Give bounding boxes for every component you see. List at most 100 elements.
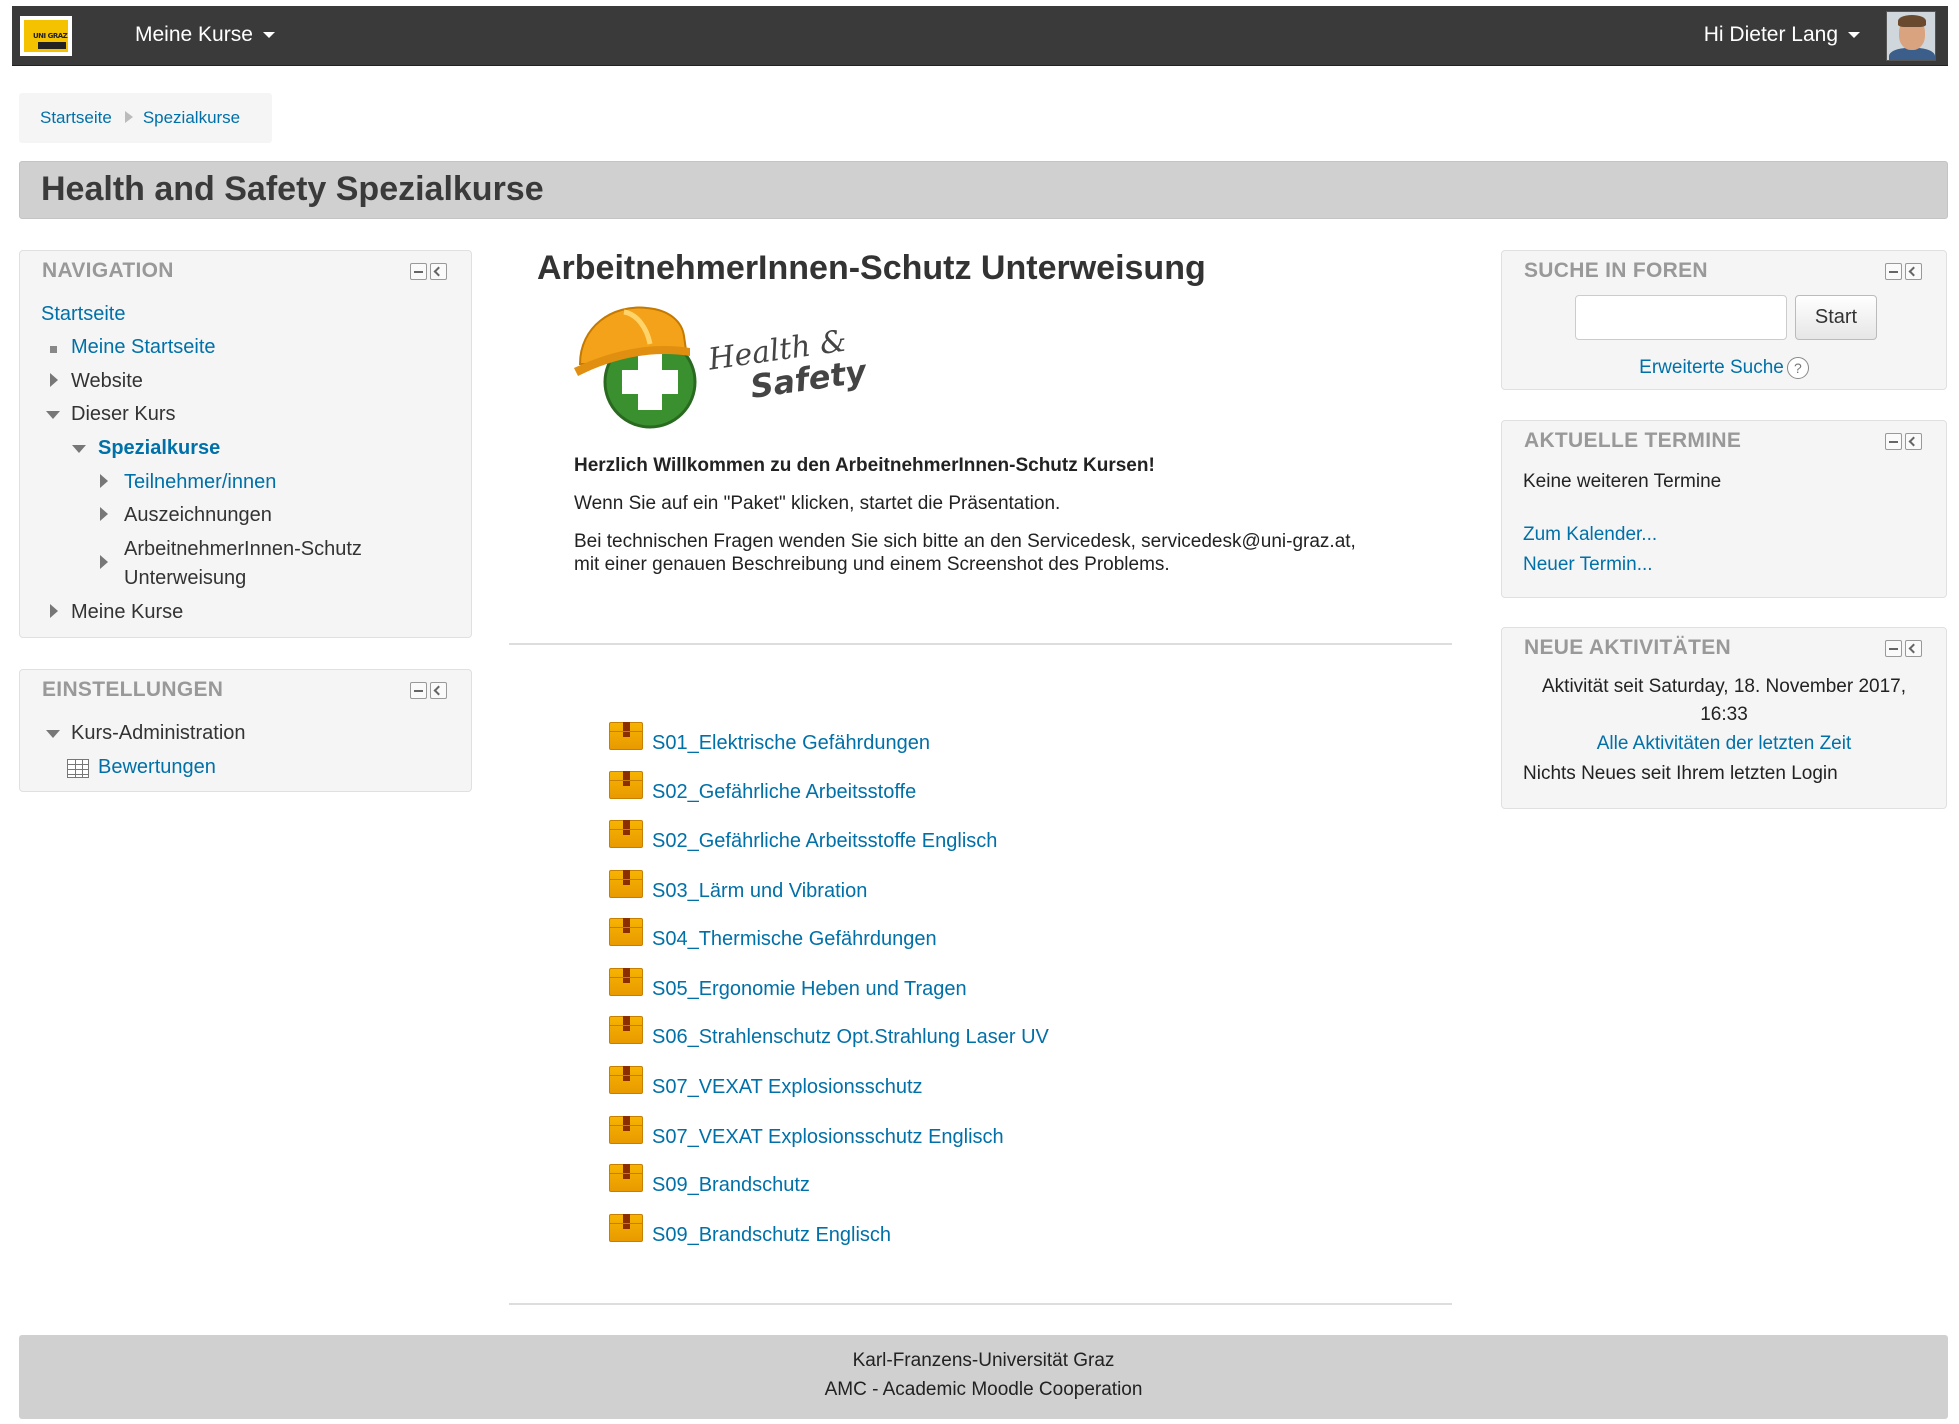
- caret-down-icon: [262, 32, 275, 39]
- settings-block-title: EINSTELLUNGEN: [42, 678, 224, 701]
- forum-search-button[interactable]: Start: [1795, 295, 1877, 340]
- all-activity-row: Alle Aktivitäten der letzten Zeit: [1502, 733, 1946, 755]
- settings-item-bewertungen[interactable]: Bewertungen: [98, 756, 216, 779]
- bullet-icon: [50, 346, 57, 353]
- package-icon: [609, 1164, 643, 1192]
- block-controls: [410, 682, 448, 699]
- activity-label: S01_Elektrische Gefährdungen: [652, 732, 930, 754]
- page-header: Health and Safety Spezialkurse: [19, 161, 1948, 219]
- upcoming-events-block: AKTUELLE TERMINE Keine weiteren Termine …: [1501, 420, 1947, 598]
- all-activity-link[interactable]: Alle Aktivitäten der letzten Zeit: [1597, 733, 1852, 754]
- new-event-link[interactable]: Neuer Termin...: [1523, 554, 1653, 576]
- collapse-arrow-icon[interactable]: [72, 445, 86, 453]
- page-title: Health and Safety Spezialkurse: [41, 170, 544, 208]
- nav-item-arbeitnehmerinnen-schutz[interactable]: ArbeitnehmerInnen-Schutz: [124, 538, 362, 561]
- nav-item-meine-startseite[interactable]: Meine Startseite: [71, 336, 216, 359]
- activity-label: S06_Strahlenschutz Opt.Strahlung Laser U…: [652, 1026, 1049, 1048]
- activity-since-line-1: Aktivität seit Saturday, 18. November 20…: [1542, 676, 1906, 697]
- activity-since-line-2: 16:33: [1700, 704, 1748, 725]
- gradebook-icon: [67, 759, 89, 778]
- minimize-icon[interactable]: [1885, 263, 1902, 280]
- breadcrumb-spezialkurse[interactable]: Spezialkurse: [143, 108, 240, 127]
- upcoming-events-title: AKTUELLE TERMINE: [1524, 429, 1742, 452]
- navigation-block-title: NAVIGATION: [42, 259, 174, 282]
- user-menu[interactable]: Hi Dieter Lang: [1704, 23, 1860, 47]
- no-events-text: Keine weiteren Termine: [1523, 471, 1722, 492]
- calendar-link[interactable]: Zum Kalender...: [1523, 524, 1657, 546]
- activity-label: S05_Ergonomie Heben und Tragen: [652, 978, 967, 1000]
- navigation-block: NAVIGATION Startseite Meine Startseite W…: [19, 250, 472, 638]
- package-icon: [609, 722, 643, 750]
- section-divider: [509, 643, 1452, 645]
- package-icon: [609, 1016, 643, 1044]
- expand-arrow-icon[interactable]: [100, 507, 108, 521]
- search-forums-title: SUCHE IN FOREN: [1524, 259, 1708, 282]
- footer-amc: AMC - Academic Moodle Cooperation: [824, 1379, 1143, 1400]
- activity-label: S04_Thermische Gefährdungen: [652, 928, 937, 950]
- package-icon: [609, 968, 643, 996]
- package-icon: [609, 1116, 643, 1144]
- footer-university: Karl-Franzens-Universität Graz: [852, 1350, 1115, 1371]
- dock-icon[interactable]: [1905, 640, 1922, 657]
- expand-arrow-icon[interactable]: [100, 474, 108, 488]
- minimize-icon[interactable]: [1885, 433, 1902, 450]
- search-forums-block: SUCHE IN FOREN Start Erweiterte Suche?: [1501, 250, 1947, 390]
- package-icon: [609, 918, 643, 946]
- university-logo[interactable]: UNI GRAZ: [20, 16, 72, 56]
- activity-label: S09_Brandschutz: [652, 1174, 810, 1196]
- nav-item-startseite[interactable]: Startseite: [41, 303, 125, 326]
- top-navbar: UNI GRAZ Meine Kurse Hi Dieter Lang: [12, 6, 1948, 66]
- dock-icon[interactable]: [1905, 433, 1922, 450]
- package-icon: [609, 771, 643, 799]
- user-menu-label: Hi Dieter Lang: [1703, 23, 1838, 46]
- nav-item-dieser-kurs[interactable]: Dieser Kurs: [71, 403, 175, 426]
- caret-down-icon: [1848, 32, 1860, 39]
- settings-item-kurs-administration[interactable]: Kurs-Administration: [71, 722, 246, 745]
- nav-item-meine-kurse[interactable]: Meine Kurse: [71, 601, 183, 624]
- advanced-search-row: Erweiterte Suche?: [1502, 357, 1946, 379]
- page-footer: Karl-Franzens-Universität Graz AMC - Aca…: [19, 1335, 1948, 1419]
- activity-label: S02_Gefährliche Arbeitsstoffe Englisch: [652, 830, 998, 852]
- section-divider: [509, 1303, 1452, 1305]
- advanced-search-link[interactable]: Erweiterte Suche: [1639, 357, 1784, 378]
- dock-icon[interactable]: [1905, 263, 1922, 280]
- package-icon: [609, 870, 643, 898]
- recent-activity-title: NEUE AKTIVITÄTEN: [1524, 636, 1732, 659]
- dock-icon[interactable]: [430, 263, 447, 280]
- nav-item-spezialkurse[interactable]: Spezialkurse: [98, 437, 220, 460]
- breadcrumb-home[interactable]: Startseite: [40, 108, 112, 127]
- nav-item-auszeichnungen[interactable]: Auszeichnungen: [124, 504, 272, 527]
- help-text-line-2: mit einer genauen Beschreibung und einem…: [574, 554, 1170, 575]
- welcome-text: Herzlich Willkommen zu den ArbeitnehmerI…: [574, 455, 1155, 476]
- forum-search-input[interactable]: [1575, 295, 1787, 340]
- minimize-icon[interactable]: [1885, 640, 1902, 657]
- my-courses-menu[interactable]: Meine Kurse: [135, 23, 275, 47]
- help-text-line-1: Bei technischen Fragen wenden Sie sich b…: [574, 531, 1356, 552]
- expand-arrow-icon[interactable]: [100, 555, 108, 569]
- breadcrumb-separator-icon: [124, 110, 133, 123]
- package-icon: [609, 820, 643, 848]
- activity-label: S09_Brandschutz Englisch: [652, 1224, 892, 1246]
- help-icon[interactable]: ?: [1786, 357, 1809, 379]
- activity-label: S02_Gefährliche Arbeitsstoffe: [652, 781, 917, 803]
- activity-label: S07_VEXAT Explosionsschutz Englisch: [652, 1126, 1004, 1148]
- my-courses-menu-label: Meine Kurse: [135, 23, 253, 46]
- collapse-arrow-icon[interactable]: [46, 730, 60, 738]
- course-section-title: ArbeitnehmerInnen-Schutz Unterweisung: [537, 249, 1206, 287]
- nav-item-website[interactable]: Website: [71, 370, 143, 393]
- dock-icon[interactable]: [430, 682, 447, 699]
- expand-arrow-icon[interactable]: [50, 373, 58, 387]
- package-icon: [609, 1066, 643, 1094]
- minimize-icon[interactable]: [410, 263, 427, 280]
- block-controls: [1885, 640, 1923, 657]
- settings-block: EINSTELLUNGEN Kurs-Administration Bewert…: [19, 669, 472, 792]
- user-avatar[interactable]: [1886, 11, 1936, 61]
- collapse-arrow-icon[interactable]: [46, 411, 60, 419]
- nav-item-teilnehmer[interactable]: Teilnehmer/innen: [124, 471, 276, 494]
- expand-arrow-icon[interactable]: [50, 604, 58, 618]
- nav-item-unterweisung[interactable]: Unterweisung: [124, 567, 246, 590]
- block-controls: [410, 263, 448, 280]
- block-controls: [1885, 263, 1923, 280]
- minimize-icon[interactable]: [410, 682, 427, 699]
- activity-label: S07_VEXAT Explosionsschutz: [652, 1076, 923, 1098]
